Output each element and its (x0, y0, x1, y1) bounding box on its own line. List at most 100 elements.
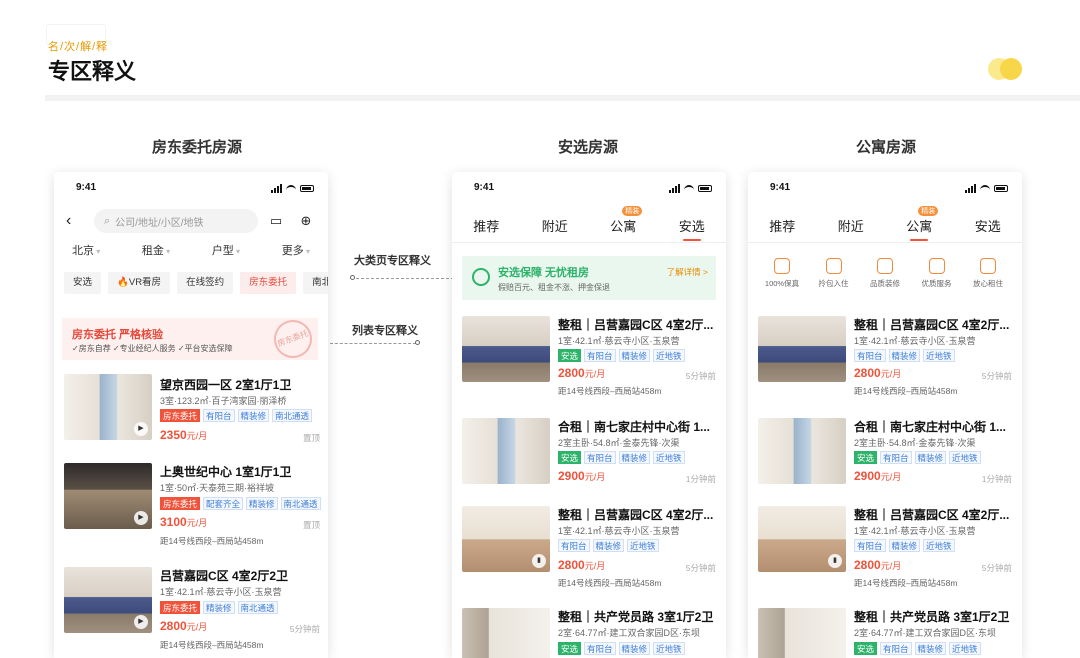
chip-south-north[interactable]: 南北 (303, 272, 328, 294)
filter-rent[interactable]: 租金 (142, 242, 170, 258)
tag: 近地铁 (949, 642, 981, 655)
tab-selected[interactable]: 安选 (679, 216, 705, 241)
listing-sub: 1室·42.1㎡·慈云寺小区·玉泉营 (558, 336, 680, 346)
add-icon[interactable]: ⊕ (294, 213, 318, 229)
tag: 有阳台 (854, 539, 886, 552)
wifi-icon (286, 185, 296, 192)
tab-recommend[interactable]: 推荐 (769, 216, 795, 241)
tag: 安选 (854, 451, 878, 464)
tab-label: 公寓 (906, 219, 933, 234)
diamond-icon (877, 258, 893, 274)
listing-tags: 房东委托 有阳台 精装修 南北通透 (160, 409, 313, 422)
list-item[interactable]: ▮ 整租｜吕营嘉园C区 4室2厅... 1室·42.1㎡·慈云寺小区·玉泉营 有… (462, 506, 716, 590)
chip-selected[interactable]: 安选 (64, 272, 102, 294)
chip-vr[interactable]: 🔥VR看房 (108, 272, 171, 294)
page-title: 专区释义 (48, 59, 137, 84)
status-time: 9:41 (474, 182, 495, 193)
luggage-icon (825, 258, 842, 274)
tab-badge: 精装 (622, 206, 643, 216)
tag: 有阳台 (880, 451, 912, 464)
guarantee-sub: 假赔百元、租金不涨、押金保退 (498, 283, 610, 292)
feature-service[interactable]: 优质服务 (913, 258, 961, 289)
list-item[interactable]: ▮ 整租｜吕营嘉园C区 4室2厅... 1室·42.1㎡·慈云寺小区·玉泉营 有… (758, 506, 1012, 590)
connector-label-list: 列表专区释义 (352, 325, 418, 337)
tab-divider (452, 242, 726, 243)
feature-safe[interactable]: 放心租住 (964, 258, 1012, 289)
chip-vr-label: VR看房 (128, 277, 162, 288)
chip-online-sign[interactable]: 在线签约 (177, 272, 234, 294)
connector-dot (350, 275, 355, 280)
listing-photo (462, 418, 550, 484)
list-item[interactable]: 整租｜共产党员路 3室1厅2卫 2室·64.77㎡·建工双合家园D区·东坝 安选… (462, 608, 716, 658)
tag: 房东委托 (160, 497, 201, 510)
listing-time: 1分钟前 (685, 474, 716, 484)
tag: 安选 (854, 642, 878, 655)
tag: 有阳台 (584, 349, 616, 362)
listing-price: 3100元/月 (160, 515, 207, 529)
play-icon: ▶ (134, 422, 148, 436)
guarantee-banner[interactable]: 安选保障 无忧租房 假赔百元、租金不涨、押金保退 了解详情 > (462, 256, 716, 300)
landlord-banner[interactable]: 房东委托 严格核验 ✓房东自荐 ✓专业经纪人服务 ✓平台安选保障 房东委托 (62, 314, 318, 364)
list-item[interactable]: 整租｜共产党员路 3室1厅2卫 2室·64.77㎡·建工双合家园D区·东坝 安选… (758, 608, 1012, 658)
listing-price: 2350元/月 (160, 428, 207, 442)
listing-sub: 2室·64.77㎡·建工双合家园D区·东坝 (558, 628, 701, 638)
tab-recommend[interactable]: 推荐 (473, 216, 499, 241)
play-icon: ▶ (134, 511, 148, 525)
wifi-icon (980, 185, 990, 192)
list-item[interactable]: ▶ 吕营嘉园C区 4室2厅2卫 1室·42.1㎡·慈云寺小区·玉泉营 房东委托 … (64, 567, 320, 657)
tag: 有阳台 (854, 349, 886, 362)
filter-more[interactable]: 更多 (282, 242, 310, 258)
phone-landlord: 9:41 ‹ ⌕ 公司/地址/小区/地铁 ▭ ⊕ 北京 租金 户型 更多 安选 … (54, 172, 328, 658)
list-item[interactable]: 整租｜吕营嘉园C区 4室2厅... 1室·42.1㎡·慈云寺小区·玉泉营 有阳台… (758, 316, 1012, 400)
listing-tags: 安选 有阳台 精装修 近地铁 (854, 642, 981, 655)
list-item[interactable]: 合租｜南七家庄村中心街 1... 2室主卧·54.8㎡·金泰先锋·次渠 安选 有… (462, 418, 716, 494)
battery-icon (698, 185, 712, 192)
list-item[interactable]: ▶ 上奥世纪中心 1室1厅1卫 1室·50㎡·天泰苑三期·裕祥坡 房东委托 配套… (64, 463, 321, 553)
tab-label: 公寓 (610, 219, 637, 234)
feature-move-in[interactable]: 拎包入住 (810, 258, 858, 289)
filter-layout[interactable]: 户型 (212, 242, 240, 258)
phone-selected: 9:41 推荐 附近 精装公寓 安选 安选保障 无忧租房 假赔百元、租金不涨、押… (452, 172, 726, 658)
chip-landlord[interactable]: 房东委托 (240, 272, 297, 294)
tab-selected[interactable]: 安选 (975, 216, 1001, 241)
listing-photo: ▶ (64, 374, 152, 440)
battery-icon (994, 185, 1008, 192)
guarantee-more-link[interactable]: 了解详情 > (667, 266, 708, 278)
listing-price: 2800元/月 (558, 558, 605, 572)
list-item[interactable]: ▶ 望京西园一区 2室1厅1卫 3室·123.2㎡·百子湾家园·丽泽桥 房东委托… (64, 374, 320, 454)
feature-authentic[interactable]: 100%保真 (758, 258, 806, 289)
header-tag: 名/次/解/释 (48, 41, 109, 53)
message-icon[interactable]: ▭ (264, 213, 288, 229)
tab-nearby[interactable]: 附近 (838, 216, 864, 241)
listing-time: 置顶 (302, 433, 320, 443)
listing-title: 整租｜吕营嘉园C区 4室2厅... (854, 318, 1010, 332)
search-input[interactable]: ⌕ 公司/地址/小区/地铁 (94, 209, 258, 233)
tag: 安选 (558, 349, 582, 362)
tab-nearby[interactable]: 附近 (542, 216, 568, 241)
tag: 有阳台 (203, 409, 235, 422)
signal-icon (271, 184, 282, 193)
status-icons (271, 184, 314, 193)
tab-bar: 推荐 附近 精装公寓 安选 (452, 206, 726, 241)
stamp-icon: 房东委托 (268, 314, 318, 364)
connector-label-category: 大类页专区释义 (354, 255, 431, 267)
price-value: 2900 (854, 469, 881, 483)
tab-apartment[interactable]: 精装公寓 (610, 206, 643, 241)
listing-price: 2900元/月 (854, 469, 901, 483)
tab-badge: 精装 (918, 206, 939, 216)
tab-apartment[interactable]: 精装公寓 (906, 206, 939, 241)
guarantee-title: 安选保障 无忧租房 (498, 267, 590, 279)
tag: 南北通透 (280, 497, 321, 510)
feature-decoration[interactable]: 品质装修 (861, 258, 909, 289)
back-icon[interactable]: ‹ (66, 212, 94, 230)
list-item[interactable]: 整租｜吕营嘉园C区 4室2厅... 1室·42.1㎡·慈云寺小区·玉泉营 安选 … (462, 316, 716, 400)
listing-price: 2800元/月 (854, 558, 901, 572)
listing-photo (758, 418, 846, 484)
tag: 精装修 (592, 539, 625, 552)
chip-row: 安选 🔥VR看房 在线签约 房东委托 南北 (64, 272, 328, 294)
listing-time: 5分钟前 (289, 624, 320, 634)
search-icon: ⌕ (104, 214, 111, 227)
filter-city[interactable]: 北京 (72, 242, 100, 258)
list-item[interactable]: 合租｜南七家庄村中心街 1... 2室主卧·54.8㎡·金泰先锋·次渠 安选 有… (758, 418, 1012, 494)
price-value: 2800 (558, 366, 585, 380)
